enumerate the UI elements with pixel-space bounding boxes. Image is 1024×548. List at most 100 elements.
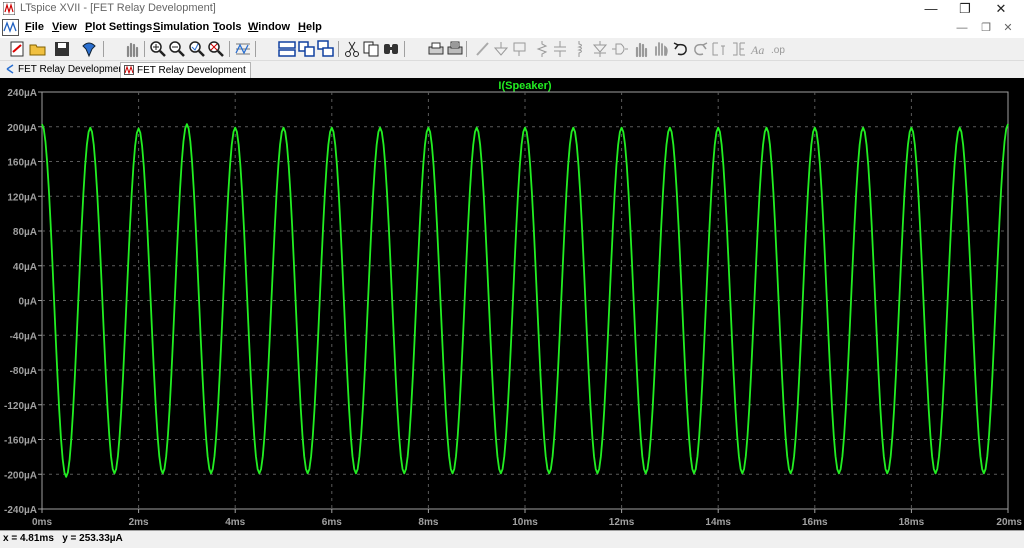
x-tick-label: 0ms <box>32 517 52 528</box>
schematic-icon <box>6 64 14 74</box>
toolbar-separator <box>338 41 339 57</box>
ground-icon[interactable] <box>492 40 510 58</box>
mirror-icon[interactable] <box>730 40 748 58</box>
toolbar-separator <box>255 41 256 57</box>
y-tick-label: 240µA <box>7 88 37 99</box>
tab-label: FET Relay Development <box>18 64 127 75</box>
status-bar: x = 4.81ms y = 253.33µA <box>0 530 1024 548</box>
cascade-icon[interactable] <box>317 40 335 58</box>
y-tick-label: -240µA <box>4 505 37 516</box>
text-icon[interactable]: Aa <box>750 40 768 58</box>
svg-text:Aa: Aa <box>750 43 764 57</box>
wire-icon[interactable] <box>474 40 492 58</box>
new-schematic-icon[interactable] <box>8 40 26 58</box>
zoom-fit-icon[interactable] <box>188 40 206 58</box>
menu-simulation[interactable]: Simulation <box>153 21 209 33</box>
menu-help[interactable]: Help <box>298 21 322 33</box>
y-tick-label: 0µA <box>18 297 37 308</box>
spice-directive-icon[interactable]: .op <box>771 40 789 58</box>
window-title: LTspice XVII - [FET Relay Development] <box>20 2 216 14</box>
diode-icon[interactable] <box>591 40 609 58</box>
capacitor-icon[interactable] <box>551 40 569 58</box>
y-tick-label: -40µA <box>10 331 37 342</box>
y-tick-label: 80µA <box>13 227 37 238</box>
component-icon[interactable] <box>611 40 629 58</box>
open-folder-icon[interactable] <box>29 40 47 58</box>
waveform-document-icon[interactable] <box>2 19 19 36</box>
print-icon[interactable] <box>427 40 445 58</box>
menu-window[interactable]: Window <box>248 21 290 33</box>
menu-plot-settings[interactable]: Plot Settings <box>85 21 152 33</box>
resistor-icon[interactable] <box>533 40 551 58</box>
y-tick-label: 200µA <box>7 123 37 134</box>
title-bar: LTspice XVII - [FET Relay Development] —… <box>0 0 1024 18</box>
x-tick-label: 6ms <box>322 517 342 528</box>
copy-icon[interactable] <box>362 40 380 58</box>
close-button[interactable]: ✕ <box>984 0 1018 18</box>
waveform-plot[interactable]: 240µA 200µA 160µA 120µA 80µA 40µA 0µA -40µA -80µ… <box>0 78 1024 530</box>
toolbar-separator <box>466 41 467 57</box>
grid-lines <box>42 92 1008 509</box>
mdi-close-button[interactable]: ✕ <box>1000 20 1016 36</box>
x-tick-label: 14ms <box>705 517 731 528</box>
menu-bar: File View Plot Settings Simulation Tools… <box>0 18 1024 38</box>
restore-button[interactable]: ❐ <box>948 0 982 18</box>
autorange-icon[interactable] <box>234 40 252 58</box>
save-icon[interactable] <box>53 40 71 58</box>
x-tick-label: 8ms <box>418 517 438 528</box>
pan-hand-icon[interactable] <box>123 40 141 58</box>
y-axis: 240µA 200µA 160µA 120µA 80µA 40µA 0µA -40µA -80µ… <box>4 88 42 516</box>
y-tick-label: -200µA <box>4 470 37 481</box>
toolbar-separator <box>404 41 405 57</box>
tile-horizontal-icon[interactable] <box>278 40 296 58</box>
move-icon[interactable] <box>632 40 650 58</box>
tab-label: FET Relay Development <box>137 65 246 76</box>
cursor-readout: x = 4.81ms y = 253.33µA <box>3 533 123 544</box>
tile-vertical-icon[interactable] <box>298 40 316 58</box>
toolbar-separator <box>144 41 145 57</box>
control-panel-icon[interactable] <box>80 40 98 58</box>
toolbar-separator <box>103 41 104 57</box>
drag-icon[interactable] <box>652 40 670 58</box>
mdi-restore-button[interactable]: ❐ <box>978 20 994 36</box>
print-setup-icon[interactable] <box>446 40 464 58</box>
y-tick-label: -120µA <box>4 401 37 412</box>
trace-label[interactable]: I(Speaker) <box>498 80 552 92</box>
minimize-button[interactable]: — <box>914 0 948 18</box>
x-axis: 0ms 2ms 4ms 6ms 8ms 10ms 12ms 14ms 16ms 18ms 20ms <box>32 509 1022 528</box>
svg-text:.op: .op <box>771 45 785 56</box>
menu-tools[interactable]: Tools <box>213 21 242 33</box>
tab-waveform[interactable]: FET Relay Development <box>120 62 251 78</box>
find-icon[interactable] <box>382 40 400 58</box>
undo-icon[interactable] <box>672 40 690 58</box>
cut-icon[interactable] <box>343 40 361 58</box>
menu-file[interactable]: File <box>25 21 44 33</box>
rotate-icon[interactable] <box>710 40 728 58</box>
toolbar: Aa .op <box>0 38 1024 61</box>
y-tick-label: 40µA <box>13 262 37 273</box>
document-tab-bar: FET Relay Development FET Relay Developm… <box>0 61 1024 79</box>
zoom-out-icon[interactable] <box>168 40 186 58</box>
zoom-full-icon[interactable] <box>207 40 225 58</box>
inductor-icon[interactable] <box>570 40 588 58</box>
ltspice-app-icon[interactable] <box>3 2 15 15</box>
x-tick-label: 20ms <box>996 517 1022 528</box>
zoom-in-icon[interactable] <box>149 40 167 58</box>
x-tick-label: 12ms <box>609 517 635 528</box>
y-tick-label: 120µA <box>7 192 37 203</box>
waveform-plot-pane[interactable]: 240µA 200µA 160µA 120µA 80µA 40µA 0µA -40µA -80µ… <box>0 78 1024 530</box>
mdi-minimize-button[interactable]: — <box>954 20 970 36</box>
label-net-icon[interactable] <box>511 40 529 58</box>
menu-view[interactable]: View <box>52 21 77 33</box>
tab-schematic[interactable]: FET Relay Development <box>2 62 131 77</box>
y-tick-label: -160µA <box>4 436 37 447</box>
x-tick-label: 18ms <box>899 517 925 528</box>
x-tick-label: 10ms <box>512 517 538 528</box>
waveform-icon <box>124 65 134 75</box>
toolbar-separator <box>229 41 230 57</box>
y-tick-label: 160µA <box>7 158 37 169</box>
x-tick-label: 4ms <box>225 517 245 528</box>
redo-icon[interactable] <box>691 40 709 58</box>
y-tick-label: -80µA <box>10 366 37 377</box>
x-tick-label: 16ms <box>802 517 828 528</box>
